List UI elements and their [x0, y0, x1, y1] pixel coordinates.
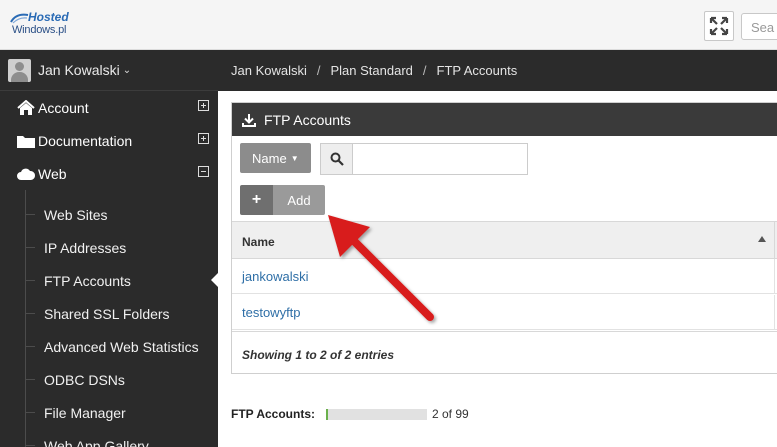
sidebar-item-label: Web Sites [44, 206, 108, 223]
add-button-label: Add [273, 185, 325, 215]
table-row: testowyftp [232, 295, 777, 330]
tree-tick [25, 412, 35, 413]
home-icon [17, 99, 35, 115]
table-header: Name [232, 221, 777, 260]
tree-tick [25, 445, 35, 446]
quota-progress-bar [326, 409, 427, 420]
sidebar-item-label: IP Addresses [44, 239, 127, 256]
fullscreen-button[interactable] [704, 11, 734, 41]
sidebar-item-label: Account [38, 99, 89, 116]
column-divider [774, 222, 775, 260]
sidebar-item-label: ODBC DSNs [44, 371, 125, 388]
search-button[interactable] [320, 143, 353, 175]
table-footer: Showing 1 to 2 of 2 entries [232, 331, 777, 375]
expand-plus-icon[interactable] [198, 100, 209, 111]
tree-tick [25, 214, 35, 215]
top-bar: Hosted Windows.pl Sea [0, 0, 777, 50]
active-item-indicator [211, 273, 218, 287]
user-name: Jan Kowalski [38, 62, 120, 78]
logo-text-top: Hosted [28, 10, 69, 24]
breadcrumb: Jan Kowalski / Plan Standard / FTP Accou… [218, 50, 777, 91]
breadcrumb-separator: / [422, 63, 427, 78]
plus-icon: + [240, 185, 273, 215]
quota-label: FTP Accounts: [231, 407, 316, 421]
sidebar-item-web-app-gallery[interactable]: Web App Gallery [0, 429, 218, 447]
tree-tick [25, 280, 35, 281]
table-row: jankowalski [232, 259, 777, 294]
panel-header: FTP Accounts [232, 103, 777, 136]
user-menu[interactable]: Jan Kowalski ⌄ [0, 50, 218, 91]
column-divider [774, 295, 775, 330]
breadcrumb-item-plan[interactable]: Plan Standard [331, 63, 413, 78]
sidebar-item-web-sites[interactable]: Web Sites [0, 198, 218, 231]
expand-plus-icon[interactable] [198, 133, 209, 144]
breadcrumb-item-user[interactable]: Jan Kowalski [231, 63, 307, 78]
sidebar-item-label: FTP Accounts [44, 272, 131, 289]
tree-tick [25, 247, 35, 248]
logo-text-bottom: Windows.pl [12, 24, 67, 36]
download-icon [242, 113, 256, 127]
cloud-icon [17, 168, 36, 180]
sidebar-item-web[interactable]: Web [0, 157, 218, 190]
sidebar-item-shared-ssl-folders[interactable]: Shared SSL Folders [0, 297, 218, 330]
sidebar-item-file-manager[interactable]: File Manager [0, 396, 218, 429]
sidebar-item-documentation[interactable]: Documentation [0, 124, 218, 157]
add-ftp-account-button[interactable]: + Add [240, 185, 325, 215]
table-info-text: Showing 1 to 2 of 2 entries [242, 348, 395, 362]
collapse-minus-icon[interactable] [198, 166, 209, 177]
sidebar-item-label: File Manager [44, 404, 126, 421]
sort-asc-icon[interactable] [758, 236, 766, 242]
sidebar-item-label: Advanced Web Statistics [44, 338, 199, 355]
search-icon [330, 152, 344, 166]
ftp-accounts-panel: FTP Accounts Name ▼ + Add Name jankowals… [231, 102, 777, 374]
sidebar-item-label: Web [38, 165, 67, 182]
tree-tick [25, 346, 35, 347]
logo-swoosh-icon [10, 13, 29, 24]
filter-field-label: Name [252, 150, 287, 166]
sidebar-item-label: Documentation [38, 132, 133, 149]
panel-title: FTP Accounts [264, 111, 351, 128]
quota-progress-fill [326, 409, 329, 420]
sidebar-item-label: Web App Gallery [44, 437, 149, 447]
quota-value: 2 of 99 [432, 407, 469, 421]
chevron-down-icon: ⌄ [122, 64, 132, 76]
breadcrumb-separator: / [316, 63, 321, 78]
breadcrumb-item-current: FTP Accounts [436, 63, 518, 78]
caret-down-icon: ▼ [290, 153, 299, 163]
hostedwindows-logo[interactable]: Hosted Windows.pl [10, 10, 74, 38]
table-search-input[interactable] [352, 143, 528, 175]
column-header-name[interactable]: Name [242, 235, 275, 249]
ftp-account-link[interactable]: testowyftp [242, 305, 301, 320]
sidebar: Jan Kowalski ⌄ Account Documentation Web… [0, 50, 218, 447]
sidebar-item-label: Shared SSL Folders [44, 305, 170, 322]
ftp-account-link[interactable]: jankowalski [242, 269, 308, 284]
tree-tick [25, 313, 35, 314]
filter-field-dropdown[interactable]: Name ▼ [240, 143, 311, 173]
sidebar-item-ip-addresses[interactable]: IP Addresses [0, 231, 218, 264]
folder-icon [17, 135, 35, 148]
sidebar-item-advanced-web-statistics[interactable]: Advanced Web Statistics [0, 330, 218, 363]
sidebar-item-odbc-dsns[interactable]: ODBC DSNs [0, 363, 218, 396]
tree-tick [25, 379, 35, 380]
expand-arrows-icon [709, 16, 729, 36]
sidebar-item-ftp-accounts[interactable]: FTP Accounts [0, 264, 218, 297]
sidebar-item-account[interactable]: Account [0, 91, 218, 124]
avatar [8, 58, 31, 82]
global-search-input[interactable]: Sea [741, 13, 777, 40]
column-divider [774, 259, 775, 294]
